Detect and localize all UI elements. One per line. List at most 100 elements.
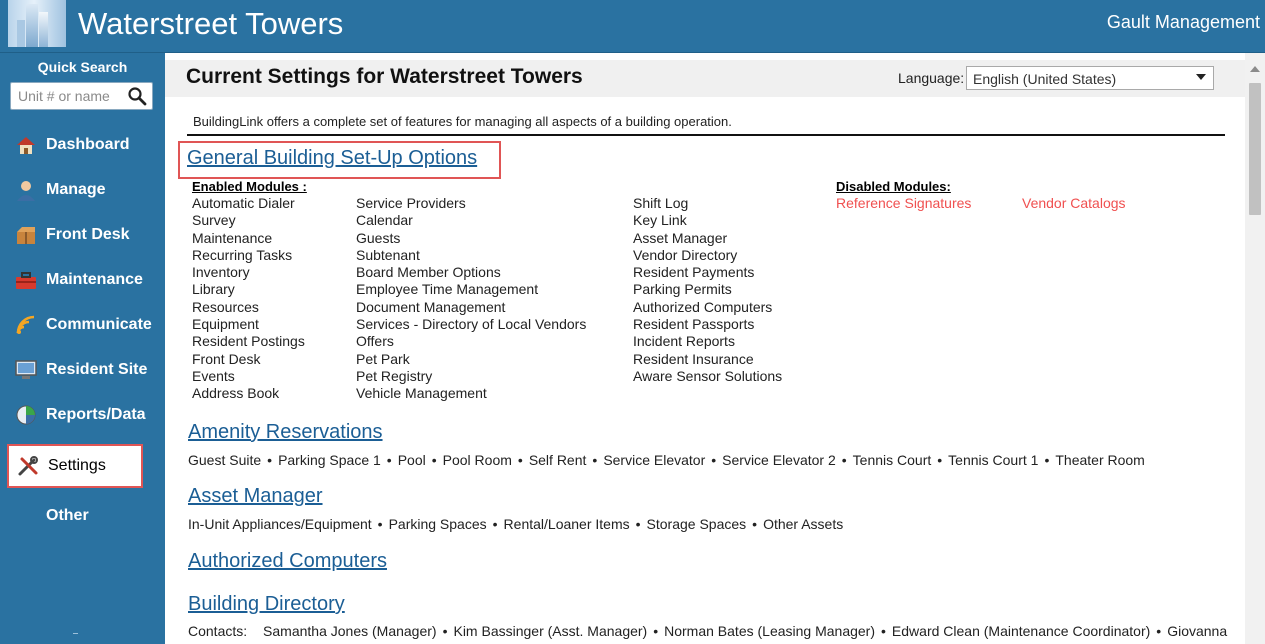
search-icon[interactable] (127, 86, 147, 106)
amenity-item: Service Elevator (603, 452, 706, 468)
enabled-module: Parking Permits (633, 281, 732, 298)
enabled-module: Pet Registry (356, 367, 433, 384)
amenity-item: Tennis Court 1 (948, 452, 1039, 468)
enabled-module: Guests (356, 229, 401, 246)
amenity-item: Pool Room (442, 452, 512, 468)
bullet-separator: • (841, 452, 847, 468)
quick-search-box (10, 82, 153, 110)
sidebar-item-label: Dashboard (46, 136, 130, 153)
asset-item: Other Assets (763, 516, 844, 532)
disabled-modules-heading: Disabled Modules: (836, 179, 951, 194)
enabled-modules-column: Service Providers Calendar Guests Subtenant… (356, 195, 586, 403)
monitor-icon (15, 360, 37, 379)
sidebar-item-reports-data[interactable]: Reports/Data (14, 400, 146, 430)
enabled-module: Vendor Directory (633, 246, 738, 263)
tools-icon (18, 456, 38, 476)
enabled-module: Vehicle Management (356, 385, 487, 402)
scrollbar[interactable] (1245, 53, 1265, 644)
contact-item: Edward Clean (Maintenance Coordinator) (891, 623, 1151, 639)
authorized-computers-link[interactable]: Authorized Computers (188, 550, 387, 573)
sidebar-item-dashboard[interactable]: Dashboard (14, 130, 130, 160)
amenity-item: Guest Suite (188, 452, 262, 468)
language-select[interactable]: English (United States) (966, 66, 1214, 90)
asset-item: In-Unit Appliances/Equipment (188, 516, 372, 532)
sidebar-item-label: Other (46, 507, 89, 524)
sidebar-item-settings[interactable]: Settings (7, 444, 143, 488)
bullet-separator: • (1044, 452, 1050, 468)
general-setup-link[interactable]: General Building Set-Up Options (187, 147, 477, 170)
enabled-module: Document Management (356, 298, 506, 315)
divider (187, 134, 1225, 136)
asset-item: Storage Spaces (646, 516, 747, 532)
sidebar-item-label: Settings (48, 457, 106, 474)
enabled-module: Aware Sensor Solutions (633, 367, 783, 384)
enabled-module: Equipment (192, 316, 259, 333)
quick-search-input[interactable] (11, 83, 130, 109)
enabled-module: Resident Passports (633, 316, 755, 333)
asset-manager-link[interactable]: Asset Manager (188, 485, 323, 508)
contacts-label: Contacts: (188, 623, 248, 639)
main-content: Current Settings for Waterstreet Towers … (165, 53, 1245, 644)
building-logo[interactable] (8, 0, 66, 47)
language-value: English (United States) (973, 71, 1117, 87)
enabled-module: Asset Manager (633, 229, 728, 246)
bullet-separator: • (635, 516, 641, 532)
scrollbar-thumb[interactable] (1249, 83, 1261, 215)
enabled-module: Calendar (356, 212, 413, 229)
language-label: Language: (898, 70, 965, 86)
enabled-module: Recurring Tasks (192, 246, 293, 263)
enabled-module: Board Member Options (356, 264, 501, 281)
toolbox-icon (16, 272, 36, 289)
amenity-item: Tennis Court (852, 452, 932, 468)
enabled-module: Resident Postings (192, 333, 305, 350)
contact-item: Giovanna (1167, 623, 1228, 639)
sidebar-item-label: Resident Site (46, 361, 148, 378)
sidebar: Quick Search Dashboard Manage Front Desk (0, 53, 165, 644)
top-header: Waterstreet Towers Gault Management (0, 0, 1265, 53)
bullet-separator: • (653, 623, 659, 639)
building-directory-link[interactable]: Building Directory (188, 593, 345, 616)
sidebar-item-other[interactable]: Other (46, 501, 89, 531)
bullet-separator: • (711, 452, 717, 468)
enabled-module: Offers (356, 333, 394, 350)
enabled-module: Inventory (192, 264, 250, 281)
sidebar-item-front-desk[interactable]: Front Desk (14, 220, 130, 250)
person-icon (17, 181, 35, 201)
contact-item: Norman Bates (Leasing Manager) (664, 623, 876, 639)
sidebar-item-manage[interactable]: Manage (14, 175, 106, 205)
enabled-modules-heading: Enabled Modules : (192, 179, 307, 194)
bullet-separator: • (492, 516, 498, 532)
disabled-module: Reference Signatures (836, 195, 972, 211)
pie-chart-icon (16, 405, 36, 425)
bullet-separator: • (517, 452, 523, 468)
enabled-module: Pet Park (356, 350, 410, 367)
enabled-module: Front Desk (192, 350, 261, 367)
disabled-module: Vendor Catalogs (1022, 195, 1126, 211)
amenity-item: Parking Space 1 (278, 452, 381, 468)
sidebar-item-label: Maintenance (46, 271, 143, 288)
sidebar-item-resident-site[interactable]: Resident Site (14, 355, 147, 385)
bullet-separator: • (442, 623, 448, 639)
amenity-reservations-link[interactable]: Amenity Reservations (188, 421, 383, 444)
enabled-module: Events (192, 367, 235, 384)
enabled-module: Employee Time Management (356, 281, 539, 298)
chevron-down-icon (1196, 74, 1206, 80)
quick-search-label: Quick Search (37, 59, 128, 75)
title-bar: Current Settings for Waterstreet Towers … (165, 60, 1245, 97)
enabled-module: Services - Directory of Local Vendors (356, 316, 587, 333)
company-name: Gault Management (1106, 12, 1260, 32)
scroll-up-arrow-icon[interactable] (1250, 66, 1260, 72)
enabled-module: Incident Reports (633, 333, 735, 350)
sidebar-divider (73, 633, 78, 634)
enabled-module: Service Providers (356, 195, 466, 211)
sidebar-item-label: Front Desk (46, 226, 130, 243)
sidebar-item-maintenance[interactable]: Maintenance (14, 265, 143, 295)
site-title: Waterstreet Towers (78, 6, 344, 41)
contact-item: Samantha Jones (Manager) (263, 623, 437, 639)
amenity-item: Self Rent (528, 452, 587, 468)
enabled-module: Maintenance (192, 229, 273, 246)
bullet-separator: • (431, 452, 437, 468)
enabled-module: Automatic Dialer (192, 195, 295, 211)
bullet-separator: • (1156, 623, 1162, 639)
sidebar-item-communicate[interactable]: Communicate (14, 310, 152, 340)
